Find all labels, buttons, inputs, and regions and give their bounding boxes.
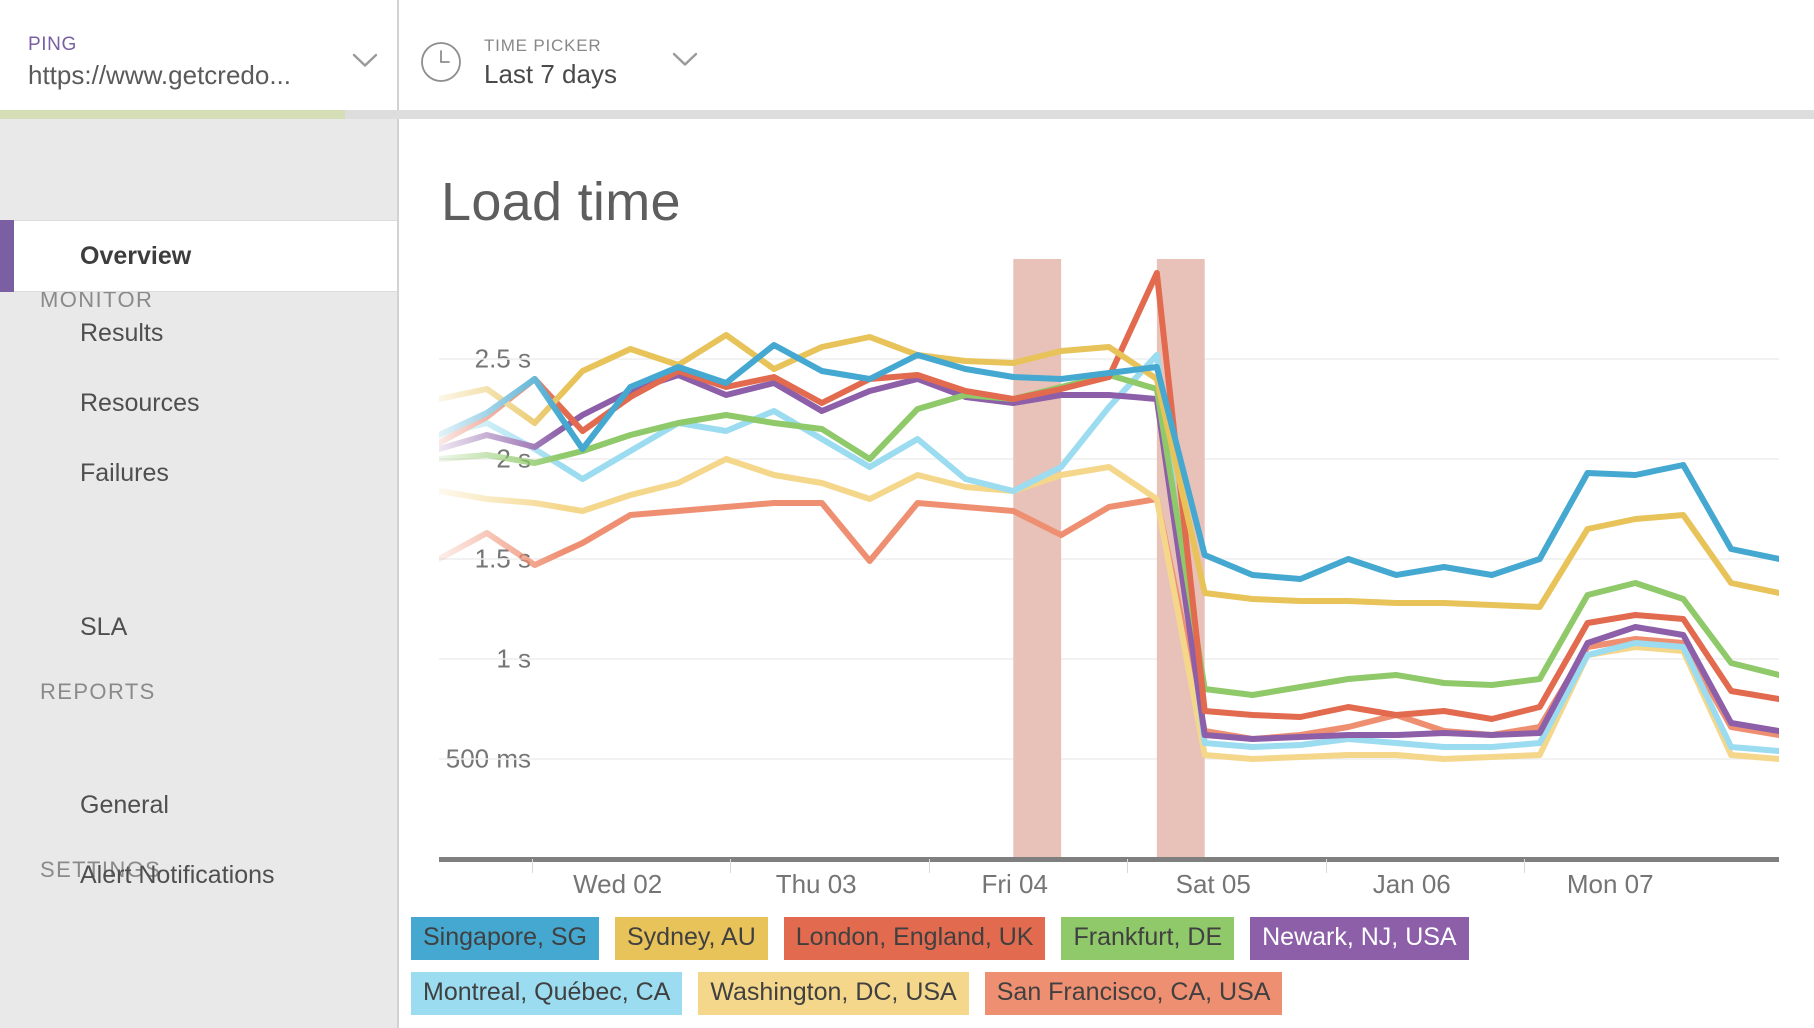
legend-row: Singapore, SG Sydney, AU London, England, … <box>411 917 1801 960</box>
sidebar-section-reports: REPORTS <box>0 679 156 705</box>
chart-series-line[interactable] <box>439 355 1779 751</box>
x-axis-tick-label: Sat 05 <box>1176 869 1251 900</box>
legend-item[interactable]: Montreal, Québec, CA <box>411 972 682 1015</box>
legend-item[interactable]: London, England, UK <box>784 917 1046 960</box>
monitor-selector-panel: PING https://www.getcredo... <box>0 0 399 110</box>
chart-legend: Singapore, SG Sydney, AU London, England, … <box>411 917 1801 1015</box>
sidebar-item-label: Overview <box>0 242 191 271</box>
clock-icon <box>420 41 462 83</box>
legend-item[interactable]: San Francisco, CA, USA <box>985 972 1283 1015</box>
app-root: PING https://www.getcredo... TIME PICKER… <box>0 0 1814 1028</box>
top-bar: PING https://www.getcredo... TIME PICKER… <box>0 0 1814 110</box>
x-axis-tick-label: Fri 04 <box>981 869 1047 900</box>
sidebar-item-label: Alert Notifications <box>0 861 275 890</box>
x-axis-tick-label: Jan 06 <box>1373 869 1451 900</box>
monitor-url-label: https://www.getcredo... <box>28 58 373 92</box>
sidebar-item-label: Results <box>0 319 163 348</box>
chart-incident-band <box>1013 259 1061 859</box>
time-picker-value: Last 7 days <box>484 59 617 89</box>
x-axis-tick <box>532 859 533 873</box>
sidebar: MONITOR Overview Results Resources Failu… <box>0 119 399 1028</box>
monitor-picker[interactable]: PING https://www.getcredo... <box>28 33 373 95</box>
chart-series-line[interactable] <box>439 375 1779 695</box>
x-axis-tick <box>1127 859 1128 873</box>
time-picker-chevron-down-icon[interactable] <box>672 52 698 67</box>
time-picker[interactable]: TIME PICKER Last 7 days <box>420 30 617 94</box>
sidebar-item-label: Failures <box>0 459 169 488</box>
sidebar-item-results[interactable]: Results <box>0 297 397 369</box>
x-axis-tick-label: Wed 02 <box>573 869 662 900</box>
sidebar-item-resources[interactable]: Resources <box>0 367 397 439</box>
sidebar-item-label: General <box>0 791 169 820</box>
sidebar-item-alert-notifications[interactable]: Alert Notifications <box>0 839 397 911</box>
x-axis-tick-label: Thu 03 <box>776 869 857 900</box>
legend-row: Montreal, Québec, CA Washington, DC, USA S… <box>411 972 1801 1015</box>
x-axis-tick <box>1524 859 1525 873</box>
x-axis-tick-label: Mon 07 <box>1567 869 1654 900</box>
page-title: Load time <box>441 171 681 233</box>
line-chart-plot <box>439 259 1779 859</box>
legend-item[interactable]: Newark, NJ, USA <box>1250 917 1468 960</box>
x-axis-tick <box>1326 859 1327 873</box>
x-axis-tick <box>929 859 930 873</box>
time-picker-label: TIME PICKER <box>484 36 601 55</box>
status-strip-ok <box>0 110 345 119</box>
sidebar-item-label: SLA <box>0 613 127 642</box>
chart-x-axis-line <box>439 857 1779 862</box>
legend-item[interactable]: Washington, DC, USA <box>698 972 968 1015</box>
sidebar-item-overview[interactable]: Overview <box>0 220 397 292</box>
legend-item[interactable]: Frankfurt, DE <box>1061 917 1234 960</box>
x-axis-tick <box>730 859 731 873</box>
main-content: Load time 2.5 s2 s1.5 s1 s500 ms Wed 02T… <box>401 119 1814 1028</box>
sidebar-item-general[interactable]: General <box>0 769 397 841</box>
legend-item[interactable]: Singapore, SG <box>411 917 599 960</box>
chart-series-line[interactable] <box>439 499 1779 739</box>
sidebar-item-label: Resources <box>0 389 200 418</box>
status-strip-neutral <box>345 110 1814 119</box>
sidebar-item-failures[interactable]: Failures <box>0 437 397 509</box>
monitor-kind-label: PING <box>28 33 373 57</box>
legend-item[interactable]: Sydney, AU <box>615 917 768 960</box>
chart-x-axis: Wed 02 Thu 03 Fri 04 Sat 05 Jan 06 Mon 07 <box>439 869 1779 913</box>
sidebar-item-sla[interactable]: SLA <box>0 591 397 663</box>
chart-series-group <box>439 273 1779 759</box>
chevron-down-icon[interactable] <box>352 53 378 68</box>
